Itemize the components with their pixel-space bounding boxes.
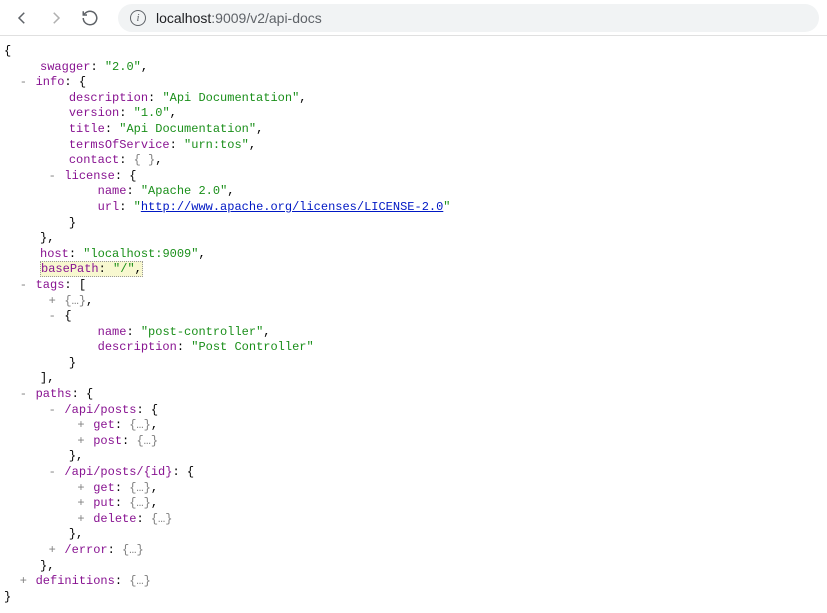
json-row-path1-get: + get: {…},	[4, 418, 823, 434]
url-text: localhost:9009/v2/api-docs	[156, 10, 322, 26]
json-row-tag-name: name: "post-controller",	[4, 325, 823, 341]
collapse-toggle[interactable]: -	[47, 403, 57, 419]
json-row-close: },	[4, 449, 823, 465]
collapse-toggle[interactable]: -	[18, 278, 28, 294]
json-row-basepath: basePath: "/",	[4, 262, 823, 278]
expand-toggle[interactable]: +	[76, 512, 86, 528]
json-open-brace: {	[4, 44, 823, 60]
json-row-license: - license: {	[4, 169, 823, 185]
json-row-tags-collapsed: + {…},	[4, 294, 823, 310]
json-row-path2-put: + put: {…},	[4, 496, 823, 512]
collapse-toggle[interactable]: -	[47, 169, 57, 185]
json-row-close: }	[4, 356, 823, 372]
license-url-link[interactable]: http://www.apache.org/licenses/LICENSE-2…	[141, 200, 443, 214]
expand-toggle[interactable]: +	[47, 543, 57, 559]
json-row-info-version: version: "1.0",	[4, 106, 823, 122]
expand-toggle[interactable]: +	[18, 574, 28, 590]
collapse-toggle[interactable]: -	[18, 387, 28, 403]
expand-toggle[interactable]: +	[76, 418, 86, 434]
forward-button[interactable]	[42, 4, 70, 32]
json-row-path3: + /error: {…}	[4, 543, 823, 559]
json-row-definitions: + definitions: {…}	[4, 574, 823, 590]
back-button[interactable]	[8, 4, 36, 32]
json-row-info-tos: termsOfService: "urn:tos",	[4, 138, 823, 154]
json-row-info-contact: contact: { },	[4, 153, 823, 169]
json-row-close: },	[4, 231, 823, 247]
json-row-close: }	[4, 216, 823, 232]
json-row-info-description: description: "Api Documentation",	[4, 91, 823, 107]
json-row-info-title: title: "Api Documentation",	[4, 122, 823, 138]
expand-toggle[interactable]: +	[76, 481, 86, 497]
collapse-toggle[interactable]: -	[47, 309, 57, 325]
json-row-tags: - tags: [	[4, 278, 823, 294]
json-row-paths: - paths: {	[4, 387, 823, 403]
expand-toggle[interactable]: +	[47, 294, 57, 310]
json-row-path2: - /api/posts/{id}: {	[4, 465, 823, 481]
json-row-license-name: name: "Apache 2.0",	[4, 184, 823, 200]
json-row-path1-post: + post: {…}	[4, 434, 823, 450]
url-bar[interactable]: i localhost:9009/v2/api-docs	[118, 4, 819, 32]
expand-toggle[interactable]: +	[76, 496, 86, 512]
json-row-tag-desc: description: "Post Controller"	[4, 340, 823, 356]
expand-toggle[interactable]: +	[76, 434, 86, 450]
json-row-path2-get: + get: {…},	[4, 481, 823, 497]
json-row-swagger: swagger: "2.0",	[4, 60, 823, 76]
json-row-tags-open: - {	[4, 309, 823, 325]
reload-button[interactable]	[76, 4, 104, 32]
json-row-path1: - /api/posts: {	[4, 403, 823, 419]
browser-toolbar: i localhost:9009/v2/api-docs	[0, 0, 827, 36]
arrow-right-icon	[47, 9, 65, 27]
json-row-host: host: "localhost:9009",	[4, 247, 823, 263]
collapse-toggle[interactable]: -	[18, 75, 28, 91]
json-row-license-url: url: "http://www.apache.org/licenses/LIC…	[4, 200, 823, 216]
info-icon: i	[130, 10, 146, 26]
json-close-brace: }	[4, 590, 823, 606]
json-row-close: ],	[4, 371, 823, 387]
reload-icon	[81, 9, 99, 27]
collapse-toggle[interactable]: -	[47, 465, 57, 481]
json-viewer: { swagger: "2.0", - info: { description:…	[0, 36, 827, 613]
json-row-close: },	[4, 527, 823, 543]
json-row-close: },	[4, 559, 823, 575]
json-row-info: - info: {	[4, 75, 823, 91]
json-row-path2-delete: + delete: {…}	[4, 512, 823, 528]
arrow-left-icon	[13, 9, 31, 27]
